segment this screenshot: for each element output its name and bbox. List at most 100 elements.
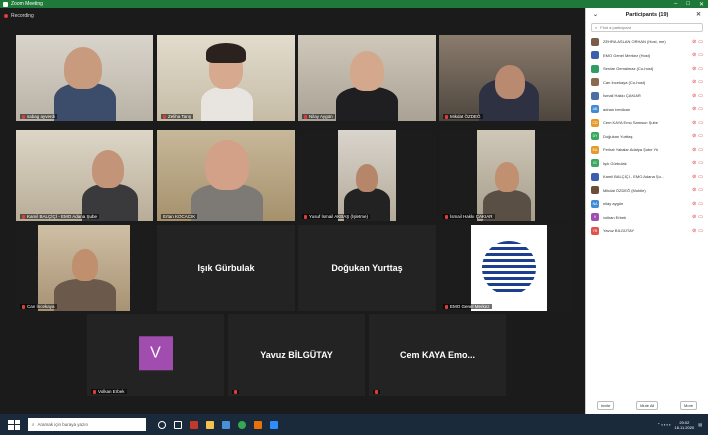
task-view-icon[interactable]: [174, 420, 182, 429]
name-tile[interactable]: Yavuz BİLGÜTAY: [228, 314, 365, 396]
participant-row[interactable]: Kamil BALÇİÇİ - EMO Adana Şu... ⊘ ▭: [586, 170, 708, 184]
participant-status: ⊘ ▭: [692, 160, 703, 166]
mute-all-button[interactable]: Mute All: [636, 401, 659, 410]
more-button[interactable]: More: [680, 401, 698, 410]
participant-row[interactable]: Can İncekaya (Co-host) ⊘ ▭: [586, 76, 708, 90]
muted-mic-icon[interactable]: ⊘: [692, 79, 696, 85]
name-tile[interactable]: Işık Gürbulak: [157, 225, 295, 311]
chevron-down-icon[interactable]: ⌄: [593, 11, 598, 18]
muted-mic-icon[interactable]: ⊘: [692, 66, 696, 72]
participant-row[interactable]: İsmail Hakkı ÇAKIAR ⊘ ▭: [586, 89, 708, 103]
participant-status: ⊘ ▭: [692, 39, 703, 45]
participant-row[interactable]: Vvolkan Erbek ⊘ ▭: [586, 211, 708, 225]
video-off-icon[interactable]: ▭: [698, 214, 703, 220]
invite-button[interactable]: Invite: [596, 401, 615, 410]
video-off-icon[interactable]: ▭: [698, 133, 703, 139]
mail-icon[interactable]: [222, 420, 230, 429]
muted-mic-icon[interactable]: ⊘: [692, 39, 696, 45]
participant-list: ZEHRA ASLAN ORHAN (Host, me) ⊘ ▭ EMO Genel …: [586, 35, 708, 238]
participant-name: sabag ayverdi: [20, 114, 58, 119]
participant-status: ⊘ ▭: [692, 66, 703, 72]
video-off-icon[interactable]: ▭: [698, 106, 703, 112]
participant-name: Mikdat ÖZDEĞ: [443, 114, 483, 119]
recording-label: Recording: [11, 13, 34, 19]
close-icon[interactable]: ✕: [696, 11, 701, 18]
participants-panel: ⌄ Participants (19) ✕ ⌕ Find a participa…: [585, 8, 708, 414]
participant-row[interactable]: IG Işık Gürbulak ⊘ ▭: [586, 157, 708, 171]
participant-row[interactable]: EMO Genel Merkez (Host) ⊘ ▭: [586, 49, 708, 63]
participant-row-name: volkan Erbek: [603, 214, 627, 220]
video-off-icon[interactable]: ▭: [698, 228, 703, 234]
app-red-icon[interactable]: [190, 420, 198, 429]
participant-row[interactable]: Mikdat ÖZDEĞ (Mobile) ⊘ ▭: [586, 184, 708, 198]
muted-mic-icon[interactable]: ⊘: [692, 52, 696, 58]
video-off-icon[interactable]: ▭: [698, 66, 703, 72]
minimize-button[interactable]: –: [674, 1, 677, 7]
windows-start-icon[interactable]: [8, 419, 20, 430]
video-off-icon[interactable]: ▭: [698, 79, 703, 85]
muted-mic-icon[interactable]: ⊘: [692, 160, 696, 166]
video-tile[interactable]: Zeliha Tarış: [157, 35, 295, 121]
muted-mic-icon[interactable]: ⊘: [692, 174, 696, 180]
video-tile-active-speaker[interactable]: Ertan KOCACIK: [157, 130, 295, 221]
firefox-icon[interactable]: [254, 420, 262, 429]
cortana-icon[interactable]: [158, 420, 166, 429]
participant-avatar: V: [591, 213, 599, 222]
participant-row[interactable]: Serdar Gemalmaz (Co-host) ⊘ ▭: [586, 62, 708, 76]
participant-row[interactable]: DY Doğukan Yurttaş ⊘ ▭: [586, 130, 708, 144]
video-off-icon[interactable]: ▭: [698, 39, 703, 45]
video-off-icon[interactable]: ▭: [698, 120, 703, 126]
video-off-icon[interactable]: ▭: [698, 93, 703, 99]
video-off-icon[interactable]: ▭: [698, 187, 703, 193]
muted-mic-icon[interactable]: ⊘: [692, 120, 696, 126]
participant-row[interactable]: YB Yavuz BİLGÜTAY ⊘ ▭: [586, 224, 708, 238]
muted-mic-icon[interactable]: ⊘: [692, 187, 696, 193]
video-off-icon[interactable]: ▭: [698, 160, 703, 166]
taskbar-clock[interactable]: 20:02 16.11.2020: [674, 420, 694, 430]
participant-row[interactable]: CD Cem KAYA Emo Samsun Şube ⊘ ▭: [586, 116, 708, 130]
video-tile[interactable]: Yusuf İsmail AKBAŞ (İşletme): [298, 130, 436, 221]
muted-mic-icon[interactable]: ⊘: [692, 201, 696, 207]
participant-row-name: Serdar Gemalmaz (Co-host): [603, 66, 654, 72]
notification-icon[interactable]: ▤: [698, 422, 702, 427]
muted-mic-icon[interactable]: ⊘: [692, 228, 696, 234]
chrome-icon[interactable]: [238, 420, 246, 429]
video-tile[interactable]: sabag ayverdi: [16, 35, 153, 121]
muted-mic-icon[interactable]: ⊘: [692, 214, 696, 220]
muted-mic-icon[interactable]: ⊘: [692, 133, 696, 139]
muted-mic-icon: [304, 214, 307, 219]
participant-row[interactable]: EA Ferhat Yakalar Adalya Şube Yk ⊘ ▭: [586, 143, 708, 157]
muted-mic-icon[interactable]: ⊘: [692, 147, 696, 153]
participant-row[interactable]: AB adnan benlican ⊘ ▭: [586, 103, 708, 117]
video-tile[interactable]: Nilay Aygün: [298, 35, 436, 121]
muted-mic-icon[interactable]: ⊘: [692, 106, 696, 112]
window-controls: – □ ✕: [674, 0, 704, 8]
video-tile[interactable]: Mikdat ÖZDEĞ: [439, 35, 571, 121]
video-tile[interactable]: İsmail Hakkı ÇAKIAR: [439, 130, 571, 221]
name-tile[interactable]: Cem KAYA Emo...: [369, 314, 506, 396]
video-off-icon[interactable]: ▭: [698, 201, 703, 207]
avatar-tile[interactable]: V Volkan Erbek: [87, 314, 224, 396]
video-off-icon[interactable]: ▭: [698, 52, 703, 58]
taskbar-search-input[interactable]: ⌕ Aramak için buraya yazın: [28, 418, 146, 431]
participant-row[interactable]: NA nilay aygün ⊘ ▭: [586, 197, 708, 211]
video-tile[interactable]: Can İncekaya: [16, 225, 153, 311]
participant-row[interactable]: ZEHRA ASLAN ORHAN (Host, me) ⊘ ▭: [586, 35, 708, 49]
file-explorer-icon[interactable]: [206, 420, 214, 429]
participant-avatar: YB: [591, 226, 599, 235]
participant-avatar: DY: [591, 132, 599, 141]
maximize-button[interactable]: □: [686, 1, 690, 7]
tray-icons[interactable]: ⌃ ▪ ▪ ▪ ▪: [657, 422, 670, 427]
name-tile[interactable]: Doğukan Yurttaş: [298, 225, 436, 311]
participant-row-name: Mikdat ÖZDEĞ (Mobile): [603, 187, 646, 193]
muted-mic-icon[interactable]: ⊘: [692, 93, 696, 99]
video-tile[interactable]: Kamil BALÇİÇİ - EMO Adana Şube: [16, 130, 153, 221]
close-window-button[interactable]: ✕: [699, 1, 704, 8]
zoom-taskbar-icon[interactable]: [270, 420, 278, 429]
video-off-icon[interactable]: ▭: [698, 174, 703, 180]
participant-search-input[interactable]: ⌕ Find a participant: [591, 23, 703, 32]
video-off-icon[interactable]: ▭: [698, 147, 703, 153]
participant-row-name: İsmail Hakkı ÇAKIAR: [603, 93, 641, 99]
participant-name: Kamil BALÇİÇİ - EMO Adana Şube: [20, 214, 100, 219]
video-tile[interactable]: EMO Genel Merkez: [439, 225, 571, 311]
